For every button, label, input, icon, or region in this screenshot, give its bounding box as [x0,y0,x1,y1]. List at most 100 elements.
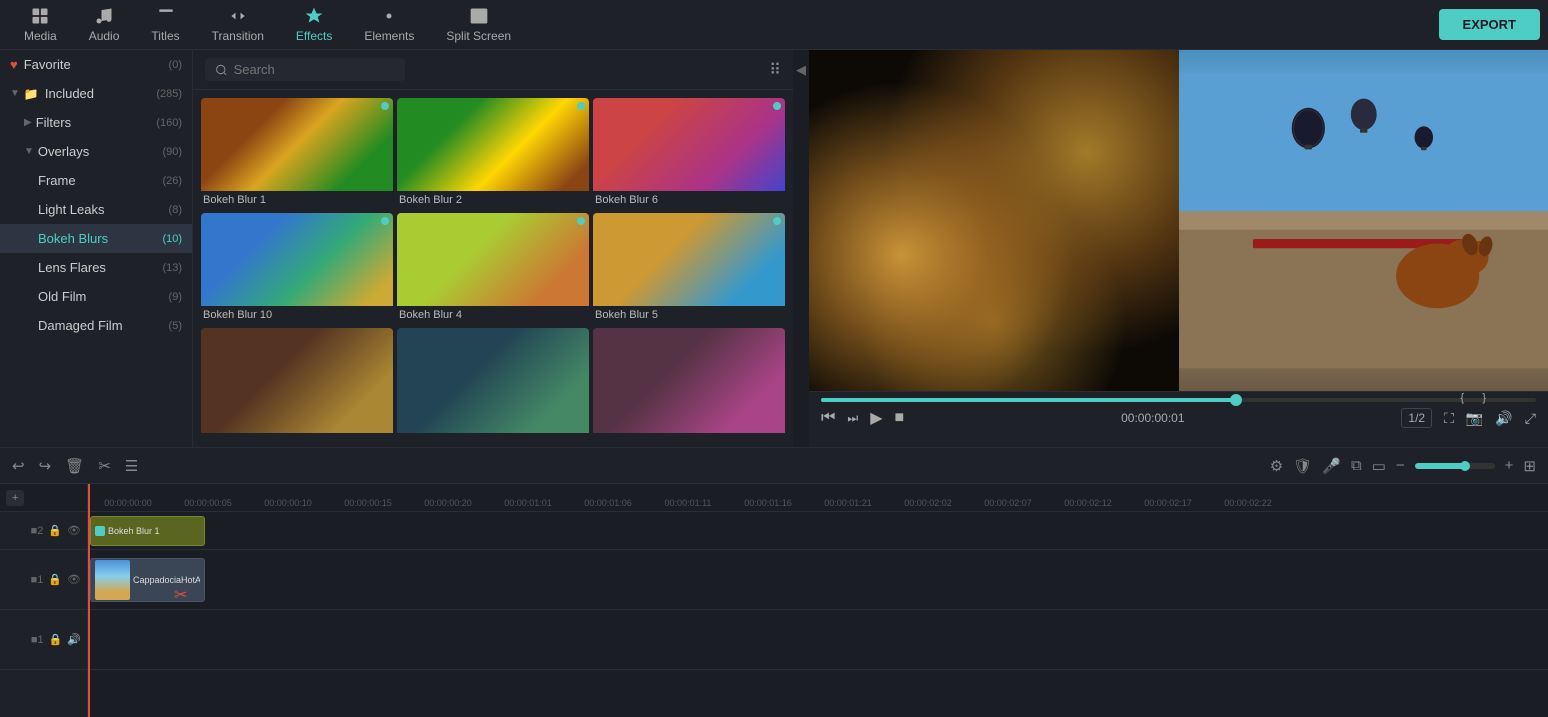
fraction-display[interactable]: 1/2 [1401,408,1432,428]
stop-button[interactable]: ■ [895,409,905,427]
timeline-right-controls: ⚙ 🛡 🎤 ⧉ ▭ − + ⊞ [1270,457,1536,475]
effect-item-bokeh2[interactable]: Bokeh Blur 2 [397,98,589,209]
effect-item-bokeh4[interactable]: Bokeh Blur 4 [397,213,589,324]
time-mark-11: 00:00:02:07 [968,498,1048,508]
sidebar-item-favorite[interactable]: ♥ Favorite (0) [0,50,192,79]
lock-icon-audio[interactable]: 🔒 [49,633,63,646]
nav-audio[interactable]: Audio [73,2,136,47]
effects-toolbar: ⠿ [193,50,793,90]
time-display: 00:00:00:01 [1121,411,1184,425]
scissors-icon: ✂ [174,585,187,605]
search-icon [215,63,228,77]
playback-controls: ⏮ ⏭ ▶ ■ 00:00:00:01 1/2 ⛶ 📷 🔊 ⤢ [809,404,1548,432]
audio-track [88,610,1548,670]
preview-controls: { } ⏮ ⏭ ▶ ■ 00:00:00:01 1/2 ⛶ 📷 🔊 ⤢ [809,391,1548,447]
sidebar-item-filters[interactable]: ▶ Filters (160) [0,108,192,137]
eye-icon[interactable]: 👁 [67,524,81,537]
preview-split-view [809,50,1548,391]
time-mark-5: 00:00:01:01 [488,498,568,508]
step-back-button[interactable]: ⏮ [821,409,835,427]
undo-button[interactable]: ↩ [12,457,25,475]
nav-split-screen[interactable]: Split Screen [430,2,527,47]
grid-toggle-button[interactable]: ⠿ [769,60,781,80]
playhead[interactable] [88,484,90,717]
add-track-button[interactable]: + [6,490,24,506]
panel-collapse-arrow[interactable]: ◀ [793,50,809,90]
video-clip[interactable]: CappadociaHotAirBa... [90,558,205,602]
main-area: ♥ Favorite (0) ▼ 📁 Included (285) ▶ Filt… [0,50,1548,447]
zoom-out-button[interactable]: − [1396,457,1405,474]
nav-titles[interactable]: Titles [135,2,195,47]
delete-button[interactable]: 🗑 [65,457,84,475]
top-nav: Media Audio Titles Transition Effects El… [0,0,1548,50]
preview-video [809,50,1548,391]
sidebar-item-damaged-film[interactable]: Damaged Film (5) [0,311,192,340]
in-marker: { [1460,392,1464,404]
play-button[interactable]: ▶ [870,408,882,428]
fullscreen-icon[interactable]: ⛶ [1444,410,1454,427]
sidebar-item-old-film[interactable]: Old Film (9) [0,282,192,311]
volume-icon-audio[interactable]: 🔊 [67,633,81,646]
zoom-thumb[interactable] [1460,461,1470,471]
effect-item-b7[interactable] [201,328,393,439]
frame-back-button[interactable]: ⏭ [847,411,858,426]
sidebar-item-light-leaks[interactable]: Light Leaks (8) [0,195,192,224]
volume-icon[interactable]: 🔊 [1495,410,1512,427]
track-label-audio: ■1 🔒 🔊 [0,610,87,670]
mic-button[interactable]: 🎤 [1322,457,1341,475]
effect-item-bokeh6[interactable]: Bokeh Blur 6 [593,98,785,209]
overlay-clip[interactable]: Bokeh Blur 1 [90,516,205,546]
video-track: CappadociaHotAirBa... ✂ [88,550,1548,610]
video-clip-label: CappadociaHotAirBa... [133,575,200,585]
fit-button[interactable]: ⊞ [1523,457,1536,475]
nav-media[interactable]: Media [8,2,73,47]
progress-bar[interactable]: { } [821,398,1536,402]
effect-active-indicator [381,217,389,225]
effect-item-b8[interactable] [397,328,589,439]
track-label-video: ■1 🔒 👁 [0,550,87,610]
export-button[interactable]: EXPORT [1439,9,1540,40]
effect-thumb-bokeh6 [593,98,785,191]
search-input[interactable] [234,62,395,77]
redo-button[interactable]: ↪ [39,457,52,475]
effect-item-bokeh1[interactable]: Bokeh Blur 1 [201,98,393,209]
render-button[interactable]: ⚙ [1270,457,1283,475]
properties-button[interactable]: ☰ [125,457,138,475]
resize-icon[interactable]: ⤢ [1525,410,1536,427]
track-label-overlay: ■2 🔒 👁 [0,512,87,550]
out-marker: } [1482,392,1486,404]
zoom-slider[interactable] [1415,463,1495,469]
lock-icon[interactable]: 🔒 [48,524,62,537]
search-box[interactable] [205,58,405,81]
eye-icon-video[interactable]: 👁 [67,573,81,586]
shield-button[interactable]: 🛡 [1293,457,1312,475]
overlay-button[interactable]: ⧉ [1351,457,1362,474]
effect-item-bokeh10[interactable]: Bokeh Blur 10 [201,213,393,324]
nav-elements[interactable]: Elements [348,2,430,47]
effect-item-bokeh5[interactable]: Bokeh Blur 5 [593,213,785,324]
effect-item-b9[interactable] [593,328,785,439]
effects-panel: ⠿ Bokeh Blur 1 Bokeh Blur 2 [193,50,793,447]
snapshot-icon[interactable]: 📷 [1466,410,1483,427]
time-mark-0: 00:00:00:00 [88,498,168,508]
effect-active-indicator [773,102,781,110]
progress-thumb[interactable] [1230,394,1242,406]
sidebar-item-overlays[interactable]: ▼ Overlays (90) [0,137,192,166]
crop-button[interactable]: ▭ [1372,457,1386,475]
effect-active-indicator [577,217,585,225]
time-mark-7: 00:00:01:11 [648,498,728,508]
zoom-in-button[interactable]: + [1505,457,1514,474]
cut-button[interactable]: ✂ [98,457,111,475]
sidebar-item-included[interactable]: ▼ 📁 Included (285) [0,79,192,108]
preview-area: { } ⏮ ⏭ ▶ ■ 00:00:00:01 1/2 ⛶ 📷 🔊 ⤢ [809,50,1548,447]
sidebar-item-frame[interactable]: Frame (26) [0,166,192,195]
time-mark-2: 00:00:00:10 [248,498,328,508]
nav-transition[interactable]: Transition [196,2,280,47]
sidebar-item-bokeh-blurs[interactable]: Bokeh Blurs (10) [0,224,192,253]
lock-icon-video[interactable]: 🔒 [48,573,62,586]
preview-scene-svg [1179,50,1548,391]
sidebar-item-lens-flares[interactable]: Lens Flares (13) [0,253,192,282]
timeline-body: + ■2 🔒 👁 ■1 🔒 👁 ■1 🔒 🔊 [0,484,1548,717]
nav-effects[interactable]: Effects [280,2,348,47]
preview-after [1179,50,1548,391]
